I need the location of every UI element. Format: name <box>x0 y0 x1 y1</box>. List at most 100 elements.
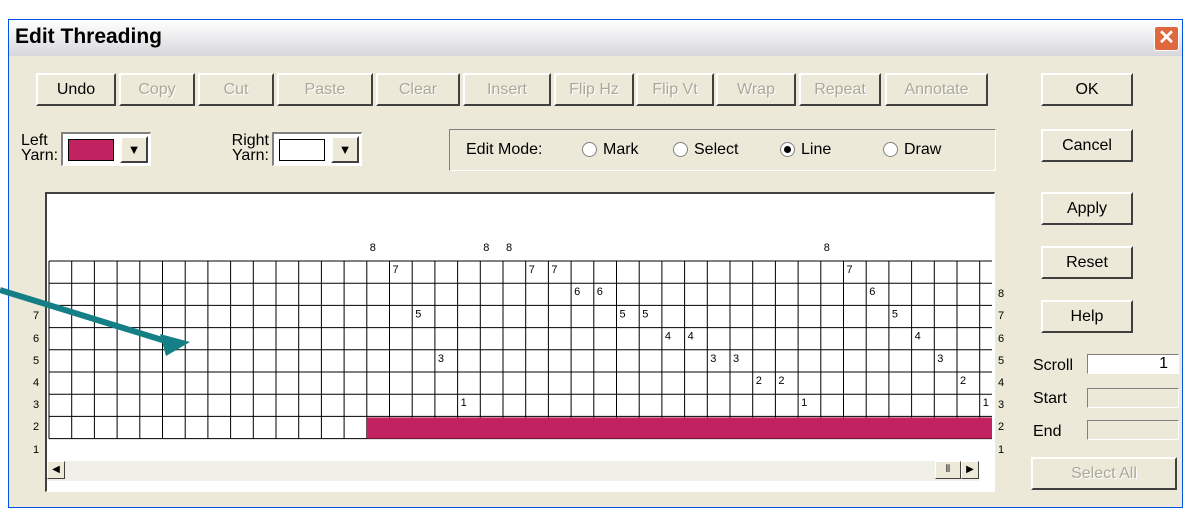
threading-mark[interactable]: 3 <box>710 353 716 365</box>
right-yarn-dropdown[interactable]: ▼ <box>272 132 362 166</box>
threading-mark[interactable]: 2 <box>756 375 762 387</box>
scroll-field[interactable]: 1 <box>1087 354 1179 374</box>
row-label: 3 <box>33 399 40 412</box>
threading-mark[interactable]: 8 <box>824 242 830 254</box>
threading-mark[interactable]: 1 <box>983 397 989 409</box>
mode-option-mark[interactable]: Mark <box>582 141 639 159</box>
toolbar-button-paste[interactable]: Paste <box>277 73 373 106</box>
threading-mark[interactable]: 8 <box>506 242 512 254</box>
annotation-arrow <box>0 287 190 356</box>
threading-mark[interactable]: 2 <box>778 375 784 387</box>
scroll-right-arrow-icon[interactable]: ▶ <box>961 461 979 479</box>
toolbar-button-wrap[interactable]: Wrap <box>716 73 796 106</box>
row-label: 1 <box>33 443 40 456</box>
close-button[interactable]: ✕ <box>1154 26 1179 51</box>
mode-option-line[interactable]: Line <box>780 141 831 159</box>
arrow-shaft <box>0 287 173 346</box>
threading-mark[interactable]: 6 <box>574 286 580 298</box>
dialog-title: Edit Threading <box>15 25 162 48</box>
left-yarn-swatch <box>68 139 114 161</box>
threading-mark[interactable]: 8 <box>483 242 489 254</box>
edit-mode-group: Edit Mode: Mark Select Line Draw <box>449 129 996 171</box>
threading-mark[interactable]: 7 <box>529 264 535 276</box>
threading-mark[interactable]: 8 <box>370 242 376 254</box>
threading-mark[interactable]: 7 <box>393 264 399 276</box>
row-label: 6 <box>998 332 1005 345</box>
row-label: 1 <box>998 443 1005 456</box>
arrow-head-icon <box>160 334 190 356</box>
scroll-left-arrow-icon[interactable]: ◀ <box>47 461 65 479</box>
mode-option-draw[interactable]: Draw <box>883 141 941 159</box>
chevron-down-icon[interactable]: ▼ <box>120 136 148 163</box>
threading-mark[interactable]: 2 <box>960 375 966 387</box>
toolbar-button-flip-hz[interactable]: Flip Hz <box>554 73 634 106</box>
threading-mark[interactable]: 7 <box>551 264 557 276</box>
toolbar-button-insert[interactable]: Insert <box>463 73 551 106</box>
toolbar-button-annotate[interactable]: Annotate <box>885 73 988 106</box>
select-all-button[interactable]: Select All <box>1031 457 1177 490</box>
mode-option-draw-label: Draw <box>904 141 942 158</box>
row-label: 3 <box>998 399 1005 412</box>
threading-mark[interactable]: 6 <box>597 286 603 298</box>
mode-option-line-label: Line <box>801 141 832 158</box>
edit-mode-label: Edit Mode: <box>466 141 543 158</box>
threading-mark[interactable]: 1 <box>801 397 807 409</box>
left-yarn-dropdown[interactable]: ▼ <box>61 132 151 166</box>
reset-button[interactable]: Reset <box>1041 246 1133 279</box>
threading-mark[interactable]: 5 <box>620 308 626 320</box>
chevron-down-icon[interactable]: ▼ <box>331 136 359 163</box>
threading-mark[interactable]: 1 <box>461 397 467 409</box>
threading-mark[interactable]: 3 <box>438 353 444 365</box>
start-label: Start <box>1033 390 1067 407</box>
threading-mark[interactable]: 3 <box>733 353 739 365</box>
help-button[interactable]: Help <box>1041 300 1133 333</box>
toolbar-button-flip-vt[interactable]: Flip Vt <box>636 73 714 106</box>
mode-option-select[interactable]: Select <box>673 141 738 159</box>
right-yarn-label: Right Yarn: <box>229 132 269 164</box>
threading-mark[interactable]: 3 <box>937 353 943 365</box>
row-label: 5 <box>998 354 1005 367</box>
row-label: 7 <box>998 310 1005 323</box>
row-label: 8 <box>998 288 1005 301</box>
row-label: 4 <box>998 377 1005 389</box>
row-label: 2 <box>33 421 40 434</box>
radio-line[interactable] <box>780 142 795 158</box>
threading-mark[interactable]: 5 <box>415 308 421 320</box>
apply-button[interactable]: Apply <box>1041 192 1133 225</box>
threading-mark[interactable]: 6 <box>869 286 875 298</box>
end-field[interactable] <box>1087 420 1179 440</box>
right-yarn-label-line-1: Right <box>231 132 269 149</box>
right-yarn-swatch <box>279 139 325 161</box>
threading-mark[interactable]: 4 <box>688 331 694 343</box>
horizontal-scrollbar[interactable]: ◀ ⦀ ▶ <box>47 461 979 481</box>
radio-draw[interactable] <box>883 142 898 158</box>
end-label: End <box>1033 423 1062 440</box>
ok-button[interactable]: OK <box>1041 73 1133 106</box>
threading-mark[interactable]: 7 <box>847 264 853 276</box>
threading-mark[interactable]: 5 <box>892 308 898 320</box>
scroll-thumb[interactable]: ⦀ <box>935 461 961 479</box>
start-field[interactable] <box>1087 388 1179 408</box>
threading-mark[interactable]: 5 <box>642 308 648 320</box>
row-label: 2 <box>998 421 1005 434</box>
left-yarn-label-line-2: Yarn: <box>21 147 59 164</box>
title-bar[interactable]: Edit Threading ✕ <box>9 20 1182 56</box>
mode-option-mark-label: Mark <box>603 141 639 158</box>
scroll-label: Scroll <box>1033 357 1074 374</box>
toolbar-button-undo[interactable]: Undo <box>36 73 116 106</box>
left-yarn-label: Left Yarn: <box>21 132 59 164</box>
warp-yarn-color-bar <box>366 417 992 439</box>
toolbar-button-cut[interactable]: Cut <box>198 73 274 106</box>
threading-mark[interactable]: 4 <box>665 331 671 343</box>
toolbar-button-repeat[interactable]: Repeat <box>799 73 881 106</box>
row-label: 4 <box>33 377 40 389</box>
toolbar-button-clear[interactable]: Clear <box>376 73 460 106</box>
right-yarn-label-line-2: Yarn: <box>231 147 269 164</box>
toolbar-button-copy[interactable]: Copy <box>119 73 195 106</box>
radio-select[interactable] <box>673 142 688 158</box>
radio-mark[interactable] <box>582 142 597 158</box>
mode-option-select-label: Select <box>694 141 739 158</box>
cancel-button[interactable]: Cancel <box>1041 129 1133 162</box>
threading-mark[interactable]: 4 <box>915 331 921 343</box>
left-yarn-label-line-1: Left <box>21 132 48 149</box>
